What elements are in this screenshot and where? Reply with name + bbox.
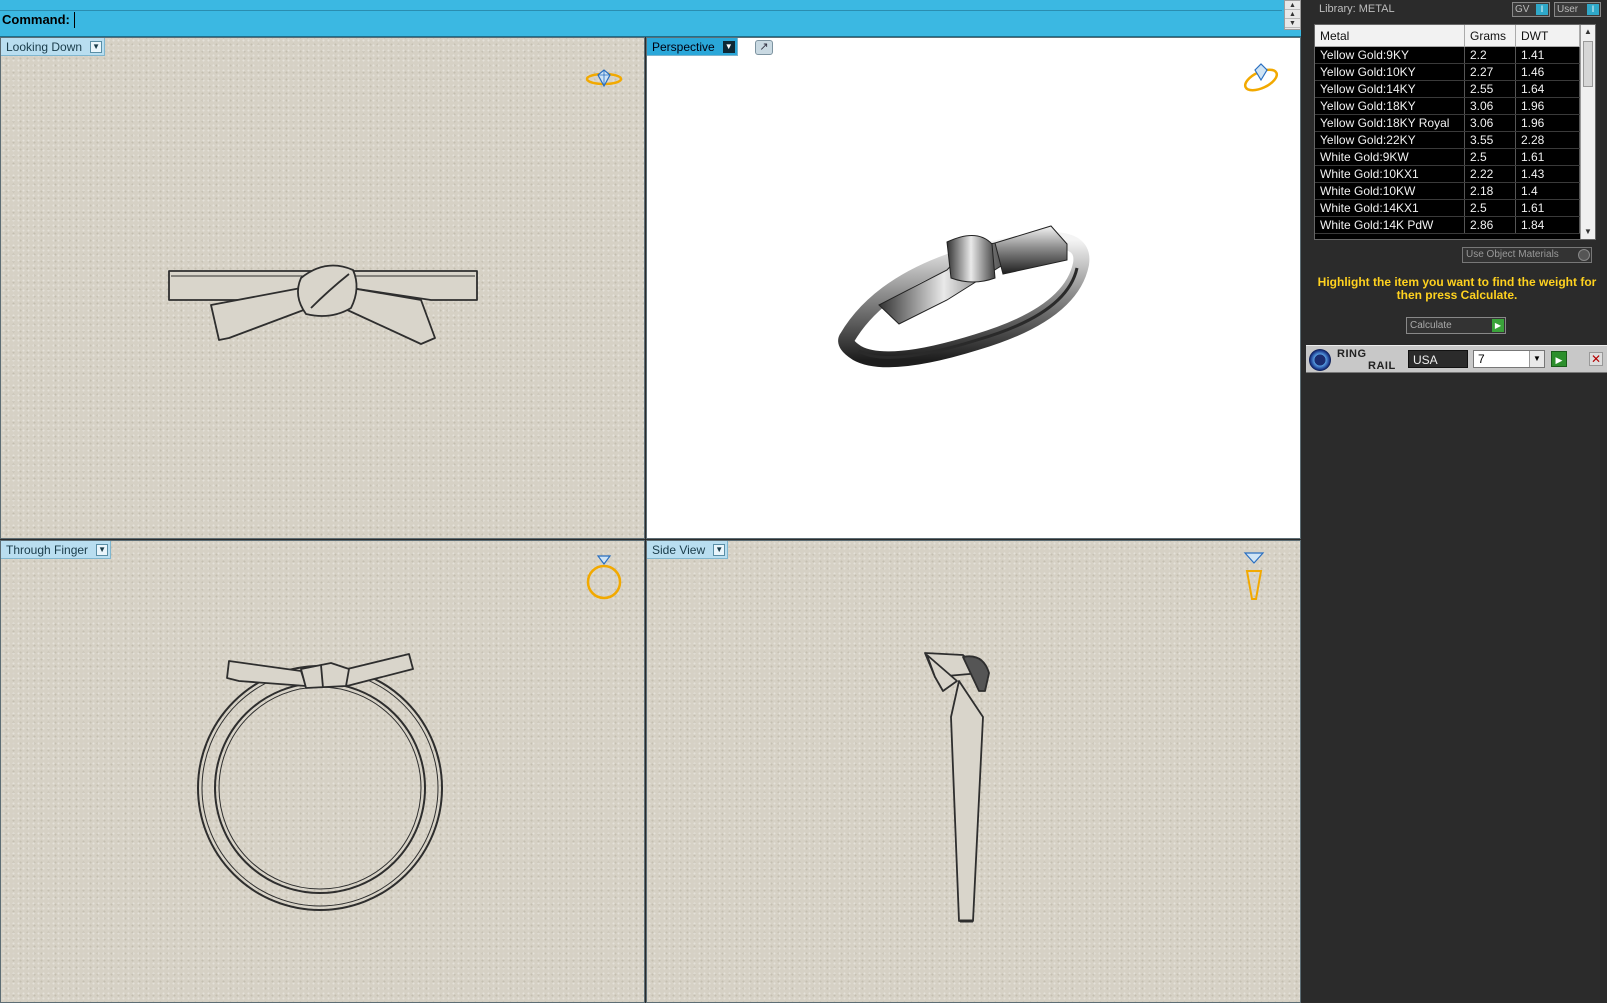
- calculate-label: Calculate: [1410, 320, 1452, 331]
- scroll-mid-icon[interactable]: ▲: [1285, 10, 1300, 19]
- use-object-materials-option[interactable]: Use Object Materials: [1462, 247, 1592, 263]
- use-object-materials-checkbox[interactable]: [1578, 249, 1590, 261]
- scroll-up-icon[interactable]: ▲: [1285, 1, 1300, 10]
- command-label: Command:: [2, 12, 70, 27]
- column-header-metal[interactable]: Metal: [1315, 25, 1465, 46]
- command-history-scrollbar[interactable]: ▲ ▲ ▼: [1284, 0, 1301, 30]
- table-row[interactable]: Yellow Gold:9KY 2.2 1.41: [1315, 47, 1595, 64]
- scroll-down-icon[interactable]: ▼: [1581, 225, 1595, 239]
- grams-cell: 2.86: [1465, 217, 1516, 233]
- dwt-cell: 1.43: [1516, 166, 1580, 182]
- table-row[interactable]: White Gold:14K PdW 2.86 1.84: [1315, 217, 1595, 234]
- table-row[interactable]: Yellow Gold:14KY 2.55 1.64: [1315, 81, 1595, 98]
- table-row[interactable]: White Gold:9KW 2.5 1.61: [1315, 149, 1595, 166]
- dwt-cell: 1.61: [1516, 149, 1580, 165]
- dwt-cell: 1.96: [1516, 115, 1580, 131]
- instruction-text: Highlight the item you want to find the …: [1317, 275, 1597, 302]
- metal-weight-table[interactable]: Metal Grams DWT Yellow Gold:9KY 2.2 1.41 Ye…: [1314, 24, 1596, 240]
- user-library-toggle[interactable]: User I: [1554, 2, 1601, 17]
- table-body: Yellow Gold:9KY 2.2 1.41 Yellow Gold:10KY 2.…: [1315, 47, 1595, 234]
- metal-name-cell: White Gold:10KX1: [1315, 166, 1465, 182]
- table-header-row: Metal Grams DWT: [1315, 25, 1595, 47]
- scroll-down-icon[interactable]: ▼: [1285, 19, 1300, 28]
- scroll-thumb[interactable]: [1583, 41, 1593, 87]
- dwt-cell: 1.46: [1516, 64, 1580, 80]
- calculate-button[interactable]: Calculate ▶: [1406, 317, 1506, 334]
- dwt-cell: 1.41: [1516, 47, 1580, 63]
- column-header-dwt[interactable]: DWT: [1516, 25, 1580, 46]
- ring-rail-title-line1: RING: [1337, 348, 1367, 360]
- grams-cell: 2.5: [1465, 149, 1516, 165]
- dwt-cell: 2.28: [1516, 132, 1580, 148]
- table-row[interactable]: White Gold:10KW 2.18 1.4: [1315, 183, 1595, 200]
- table-row[interactable]: White Gold:14KX1 2.5 1.61: [1315, 200, 1595, 217]
- play-icon: ▶: [1492, 319, 1504, 332]
- grams-cell: 3.55: [1465, 132, 1516, 148]
- command-bar: Command: ▲ ▲ ▼: [0, 0, 1301, 37]
- metal-name-cell: White Gold:10KW: [1315, 183, 1465, 199]
- viewport-looking-down[interactable]: Looking Down ▼: [0, 37, 645, 539]
- ring-rail-run-button[interactable]: ▶: [1551, 351, 1567, 367]
- dwt-cell: 1.4: [1516, 183, 1580, 199]
- metal-name-cell: White Gold:9KW: [1315, 149, 1465, 165]
- metal-name-cell: White Gold:14K PdW: [1315, 217, 1465, 233]
- viewport-perspective[interactable]: Perspective ▼ ↗: [646, 37, 1301, 539]
- grams-cell: 2.55: [1465, 81, 1516, 97]
- ring-size-value: 7: [1478, 352, 1485, 366]
- table-row[interactable]: White Gold:10KX1 2.22 1.43: [1315, 166, 1595, 183]
- ring-size-select[interactable]: 7 ▼: [1473, 350, 1545, 368]
- ring-model-perspective-render: [838, 225, 1090, 368]
- command-history-line: [0, 0, 1282, 11]
- toggle-icon: I: [1536, 4, 1548, 15]
- viewport-side-view[interactable]: Side View ▼: [646, 540, 1301, 1003]
- metal-name-cell: Yellow Gold:14KY: [1315, 81, 1465, 97]
- metal-name-cell: Yellow Gold:18KY: [1315, 98, 1465, 114]
- table-row[interactable]: Yellow Gold:18KY 3.06 1.96: [1315, 98, 1595, 115]
- metal-name-cell: Yellow Gold:18KY Royal: [1315, 115, 1465, 131]
- grams-cell: 2.5: [1465, 200, 1516, 216]
- weight-calculator-panel: Library: METAL GV I User I Metal Grams DWT…: [1306, 0, 1607, 1003]
- ring-model-side-view: [924, 652, 990, 923]
- table-row[interactable]: Yellow Gold:10KY 2.27 1.46: [1315, 64, 1595, 81]
- metal-name-cell: White Gold:14KX1: [1315, 200, 1465, 216]
- grams-cell: 3.06: [1465, 98, 1516, 114]
- chevron-down-icon[interactable]: ▼: [1529, 351, 1544, 367]
- grams-cell: 2.22: [1465, 166, 1516, 182]
- metal-name-cell: Yellow Gold:22KY: [1315, 132, 1465, 148]
- dwt-cell: 1.64: [1516, 81, 1580, 97]
- ring-size-standard-field[interactable]: USA: [1408, 350, 1468, 368]
- metal-name-cell: Yellow Gold:9KY: [1315, 47, 1465, 63]
- viewport-through-finger[interactable]: Through Finger ▼: [0, 540, 645, 1003]
- scroll-up-icon[interactable]: ▲: [1581, 25, 1595, 39]
- toggle-icon: I: [1587, 4, 1599, 15]
- ring-rail-title-line2: RAIL: [1368, 360, 1396, 372]
- table-row[interactable]: Yellow Gold:18KY Royal 3.06 1.96: [1315, 115, 1595, 132]
- dwt-cell: 1.96: [1516, 98, 1580, 114]
- dwt-cell: 1.61: [1516, 200, 1580, 216]
- grams-cell: 2.27: [1465, 64, 1516, 80]
- grams-cell: 3.06: [1465, 115, 1516, 131]
- ring-model-top-view: [168, 264, 478, 345]
- user-toggle-label: User: [1557, 4, 1579, 15]
- grams-cell: 2.2: [1465, 47, 1516, 63]
- metal-name-cell: Yellow Gold:10KY: [1315, 64, 1465, 80]
- table-row[interactable]: Yellow Gold:22KY 3.55 2.28: [1315, 132, 1595, 149]
- command-input[interactable]: [74, 12, 1282, 28]
- use-object-materials-label: Use Object Materials: [1466, 249, 1559, 260]
- ring-rail-toolbar: RING RAIL USA 7 ▼ ▶ ✕: [1306, 345, 1607, 373]
- ring-rail-logo-icon: [1309, 349, 1331, 371]
- library-title: Library: METAL: [1319, 3, 1395, 15]
- dwt-cell: 1.84: [1516, 217, 1580, 233]
- column-header-grams[interactable]: Grams: [1465, 25, 1516, 46]
- ring-model-front-view: [197, 653, 443, 911]
- gv-toggle-label: GV: [1515, 4, 1530, 15]
- gv-library-toggle[interactable]: GV I: [1512, 2, 1550, 17]
- table-scrollbar[interactable]: ▲ ▼: [1580, 25, 1595, 239]
- grams-cell: 2.18: [1465, 183, 1516, 199]
- close-icon[interactable]: ✕: [1589, 352, 1603, 366]
